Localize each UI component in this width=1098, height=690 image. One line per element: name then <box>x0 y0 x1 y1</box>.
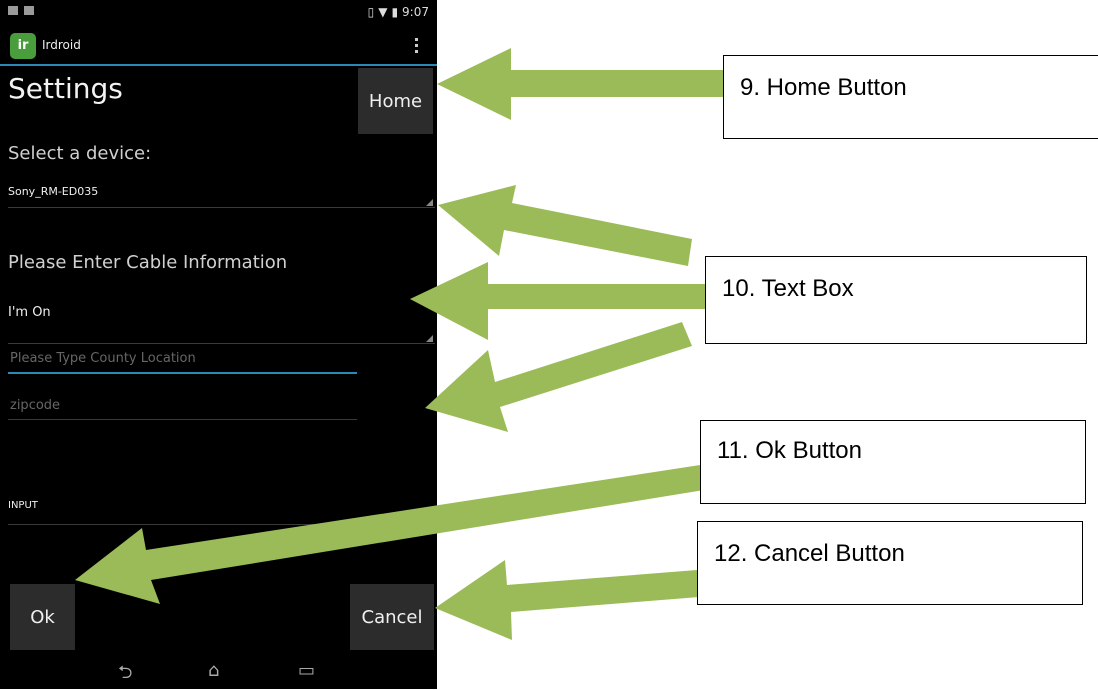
arrow-home <box>437 48 723 120</box>
annotation-ok: 11. Ok Button <box>700 420 1086 504</box>
arrow-cancel <box>435 560 699 640</box>
annotation-text-box: 10. Text Box <box>705 256 1087 344</box>
annotation-home: 9. Home Button <box>723 55 1098 139</box>
annotation-ok-text: 11. Ok Button <box>717 437 862 464</box>
arrow-provider-spinner <box>410 262 705 340</box>
annotation-cancel-text: 12. Cancel Button <box>714 540 905 567</box>
annotation-home-text: 9. Home Button <box>740 74 907 101</box>
arrow-device-spinner <box>438 185 692 266</box>
annotation-text-box-text: 10. Text Box <box>722 275 854 302</box>
annotation-cancel: 12. Cancel Button <box>697 521 1083 605</box>
arrow-zipcode <box>425 322 692 432</box>
